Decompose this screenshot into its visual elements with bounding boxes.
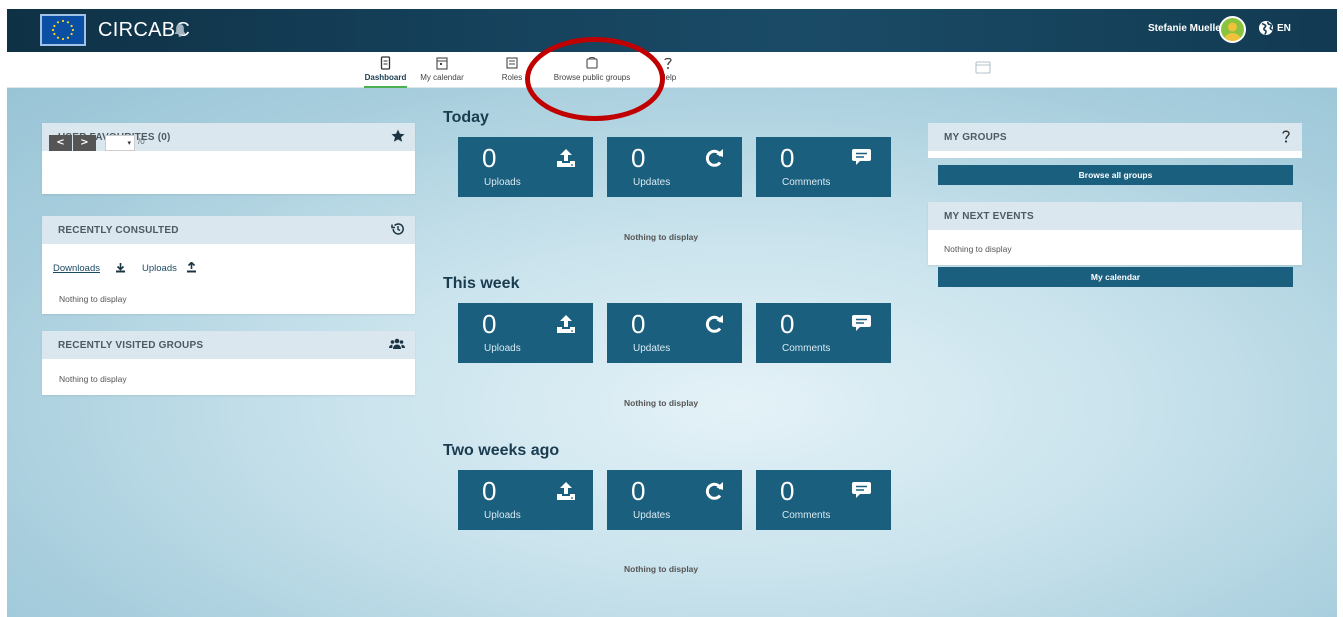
bell-icon[interactable] [174,23,186,37]
today-updates-label: Updates [633,177,671,188]
my-groups-title: MY GROUPS [944,132,1007,143]
week-uploads-tile[interactable]: 0 Uploads [458,303,593,363]
two-weeks-comments-count: 0 [780,476,795,506]
section-today-title: Today [443,109,489,126]
week-updates-tile[interactable]: 0 Updates [607,303,742,363]
today-comments-label: Comments [782,177,831,188]
my-next-events-empty: Nothing to display [944,244,1012,254]
week-comments-tile[interactable]: 0 Comments [756,303,891,363]
week-comments-count: 0 [780,309,795,339]
comments-icon [852,149,871,165]
tablet-icon[interactable] [975,61,991,75]
recently-visited-groups-empty: Nothing to display [59,374,127,384]
today-updates-count: 0 [631,143,646,173]
two-weeks-comments-tile[interactable]: 0 Comments [756,470,891,530]
favourites-page-total: /0 [138,137,145,146]
refresh-icon [705,315,723,333]
two-weeks-updates-label: Updates [633,510,671,521]
upload-icon [557,149,575,167]
my-next-events-title: MY NEXT EVENTS [944,211,1034,222]
today-uploads-tile[interactable]: 0 Uploads [458,137,593,197]
star-icon [391,129,405,142]
two-weeks-uploads-tile[interactable]: 0 Uploads [458,470,593,530]
tab-roles[interactable]: Roles [499,54,525,88]
week-updates-label: Updates [633,343,671,354]
two-weeks-uploads-label: Uploads [484,510,521,521]
two-weeks-empty: Nothing to display [624,564,699,574]
browse-all-groups-button[interactable]: Browse all groups [938,165,1293,185]
recently-visited-groups-panel: RECENTLY VISITED GROUPS Nothing to displ… [42,331,415,395]
week-uploads-label: Uploads [484,343,521,354]
users-icon [389,338,405,349]
recently-visited-groups-header: RECENTLY VISITED GROUPS [42,331,415,359]
tab-my-calendar-label: My calendar [420,73,464,82]
today-updates-tile[interactable]: 0 Updates [607,137,742,197]
comments-icon [852,482,871,498]
upload-icon [557,482,575,500]
recent-downloads-link[interactable]: Downloads [53,263,100,274]
recently-visited-groups-title: RECENTLY VISITED GROUPS [58,340,204,351]
upload-icon [557,315,575,333]
tab-dashboard[interactable]: Dashboard [364,54,407,89]
eu-flag-logo[interactable] [40,14,86,46]
favourites-page-select[interactable]: ▾ [105,135,135,151]
dashboard-main: USER FAVOURITES (0) < > ▾ /0 RECENTLY CO… [7,88,1337,617]
tab-roles-label: Roles [501,73,523,82]
my-calendar-button[interactable]: My calendar [938,267,1293,287]
recently-consulted-panel: RECENTLY CONSULTED Downloads Uploads Not… [42,216,415,314]
tab-dashboard-label: Dashboard [364,73,407,82]
download-icon [116,263,125,273]
recently-consulted-empty: Nothing to display [59,294,127,304]
dashboard-icon [380,56,391,70]
avatar[interactable] [1219,16,1246,43]
help-icon[interactable] [1280,129,1292,143]
my-groups-header: MY GROUPS [928,123,1302,151]
two-weeks-comments-label: Comments [782,510,831,521]
roles-icon [506,57,518,69]
user-favourites-panel: USER FAVOURITES (0) < > ▾ /0 [42,123,415,194]
my-next-events-panel: MY NEXT EVENTS Nothing to display [928,202,1302,265]
calendar-icon [436,57,448,70]
week-empty: Nothing to display [624,398,699,408]
week-uploads-count: 0 [482,309,497,339]
favourites-prev-button[interactable]: < [49,135,72,151]
my-next-events-header: MY NEXT EVENTS [928,202,1302,230]
two-weeks-uploads-count: 0 [482,476,497,506]
section-two-weeks-ago-title: Two weeks ago [443,442,560,459]
week-updates-count: 0 [631,309,646,339]
two-weeks-updates-tile[interactable]: 0 Updates [607,470,742,530]
today-uploads-count: 0 [482,143,497,173]
favourites-next-button[interactable]: > [73,135,96,151]
recently-consulted-title: RECENTLY CONSULTED [58,225,179,236]
user-name[interactable]: Stefanie Mueller [1148,23,1225,34]
my-groups-panel: MY GROUPS [928,123,1302,162]
language-selector[interactable]: EN [1277,23,1291,34]
today-empty: Nothing to display [624,232,699,242]
user-favourites-header: USER FAVOURITES (0) [42,123,415,151]
today-comments-count: 0 [780,143,795,173]
tab-my-calendar[interactable]: My calendar [414,54,470,88]
section-this-week-title: This week [443,275,520,292]
top-banner: CIRCABC Stefanie Mueller EN [7,9,1337,52]
today-comments-tile[interactable]: 0 Comments [756,137,891,197]
recent-uploads-link[interactable]: Uploads [142,263,177,274]
globe-icon[interactable] [1258,20,1274,36]
refresh-icon [705,149,723,167]
app-frame: CIRCABC Stefanie Mueller EN Dashboard My… [7,9,1337,617]
week-comments-label: Comments [782,343,831,354]
recently-consulted-header: RECENTLY CONSULTED [42,216,415,244]
history-icon [391,223,404,235]
two-weeks-updates-count: 0 [631,476,646,506]
today-uploads-label: Uploads [484,177,521,188]
comments-icon [852,315,871,331]
main-navigation: Dashboard My calendar Roles Browse publi… [7,52,1337,89]
refresh-icon [705,482,723,500]
annotation-circle [525,37,665,121]
upload-icon [187,262,196,273]
